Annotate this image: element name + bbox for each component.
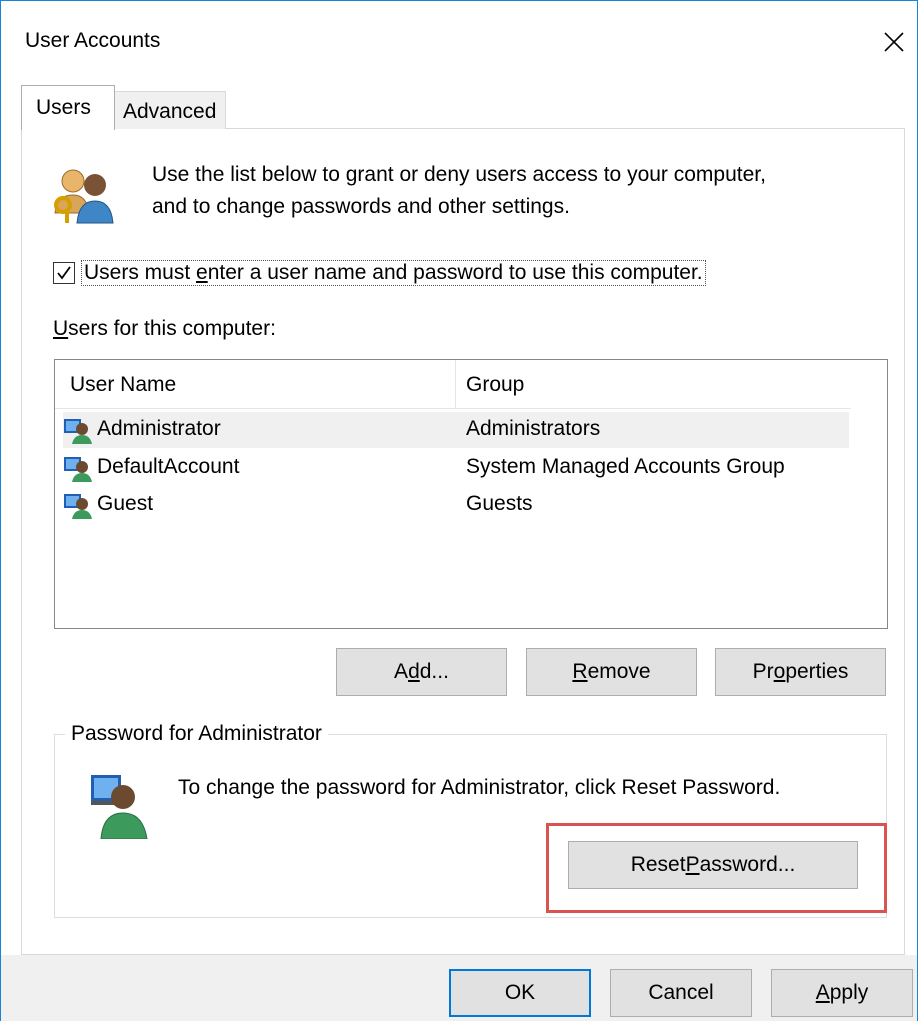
table-row[interactable]: Guest Guests: [63, 487, 849, 523]
user-group: Administrators: [466, 417, 601, 440]
add-label-mnemonic: d: [408, 660, 420, 683]
login-label-mnemonic: e: [196, 261, 208, 284]
login-label-post: nter a user name and password to use thi…: [207, 261, 703, 284]
column-divider[interactable]: [455, 360, 456, 408]
properties-label-post: perties: [785, 660, 849, 683]
table-row[interactable]: Administrator Administrators: [63, 412, 849, 448]
remove-button[interactable]: Remove: [526, 648, 697, 696]
cancel-button[interactable]: Cancel: [610, 969, 752, 1017]
ok-button[interactable]: OK: [449, 969, 591, 1017]
close-button[interactable]: [873, 23, 913, 63]
intro-text: Use the list below to grant or deny user…: [152, 159, 766, 223]
login-required-label[interactable]: Users must enter a user name and passwor…: [81, 260, 706, 286]
login-required-checkbox[interactable]: [53, 262, 75, 284]
administrator-user-icon: [91, 775, 148, 839]
login-label-pre: Users must: [84, 261, 197, 284]
user-icon: [64, 419, 92, 444]
window-title: User Accounts: [25, 29, 161, 52]
remove-label-mnemonic: R: [572, 660, 588, 683]
checkmark-icon: [57, 266, 71, 280]
properties-label-pre: Pr: [752, 660, 774, 683]
list-header: User Name Group: [55, 360, 851, 409]
column-user-name[interactable]: User Name: [70, 373, 176, 397]
intro-line-2: and to change passwords and other settin…: [152, 195, 570, 218]
apply-label-mnemonic: A: [815, 981, 830, 1004]
user-icon: [64, 457, 92, 482]
users-label-rest: sers for this computer:: [68, 317, 276, 340]
user-accounts-dialog: User Accounts Users Advanced Use the lis…: [0, 0, 918, 1021]
tab-users[interactable]: Users: [21, 85, 115, 130]
reset-password-highlight: [546, 823, 887, 913]
remove-label-post: emove: [587, 660, 651, 683]
users-keys-icon: [54, 169, 114, 224]
user-name: DefaultAccount: [97, 455, 240, 478]
add-label-pre: A: [394, 660, 409, 683]
column-group[interactable]: Group: [466, 373, 524, 397]
password-instruction-text: To change the password for Administrator…: [178, 776, 781, 799]
user-group: System Managed Accounts Group: [466, 455, 785, 478]
users-label-mnemonic: U: [53, 317, 69, 340]
close-icon: [884, 32, 904, 52]
user-group: Guests: [466, 492, 533, 515]
add-button[interactable]: Ad d...: [336, 648, 507, 696]
apply-label-post: pply: [829, 981, 869, 1004]
properties-label-mnemonic: o: [773, 660, 786, 683]
user-name: Guest: [97, 492, 154, 515]
intro-line-1: Use the list below to grant or deny user…: [152, 163, 766, 186]
apply-button[interactable]: Apply: [771, 969, 913, 1017]
properties-button[interactable]: Pr o perties: [715, 648, 886, 696]
user-name: Administrator: [97, 417, 221, 440]
password-group-title: Password for Administrator: [65, 722, 328, 746]
login-required-checkbox-row[interactable]: Users must enter a user name and passwor…: [53, 260, 706, 286]
table-row[interactable]: DefaultAccount System Managed Accounts G…: [63, 450, 849, 486]
user-icon: [64, 494, 92, 519]
add-label-post: d...: [419, 660, 449, 683]
dialog-button-bar: OK Cancel Apply: [1, 955, 917, 1021]
users-list[interactable]: User Name Group Administrator Administra…: [54, 359, 888, 629]
title-bar: User Accounts: [1, 1, 917, 81]
users-for-computer-label: Users for this computer:: [53, 317, 276, 341]
tab-advanced[interactable]: Advanced: [114, 91, 226, 129]
